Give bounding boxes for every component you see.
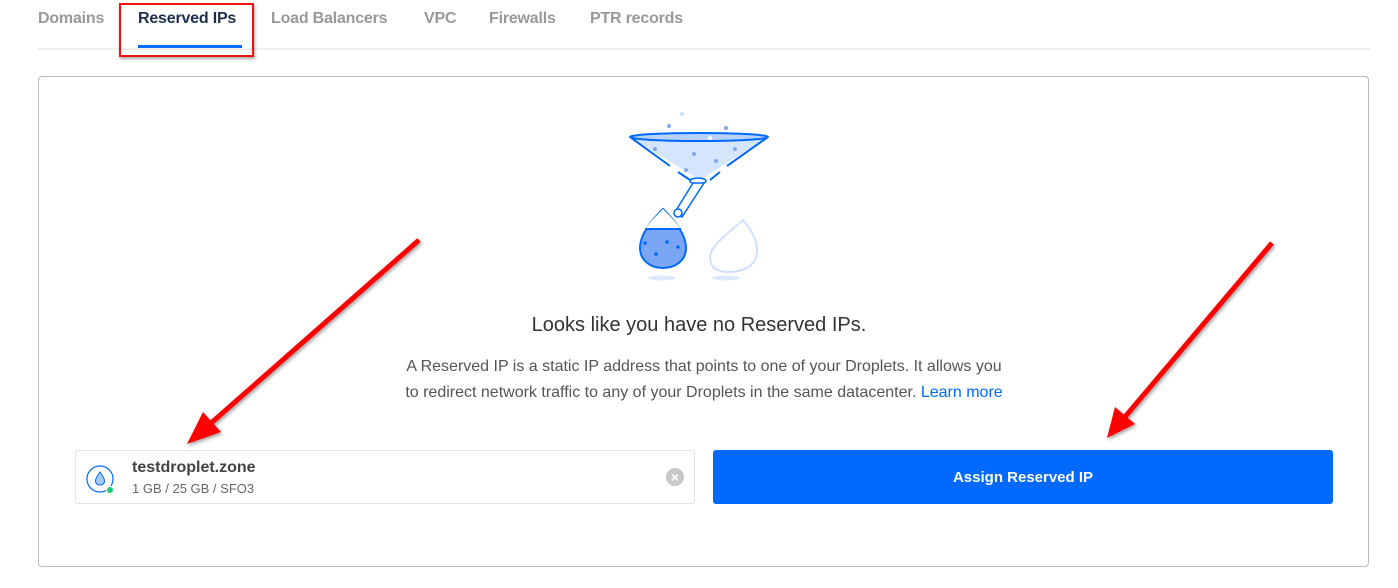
annotation-highlight-box xyxy=(119,3,254,57)
learn-more-link[interactable]: Learn more xyxy=(921,384,1003,401)
tab-firewalls[interactable]: Firewalls xyxy=(489,10,556,28)
funnel-droplet-illustration xyxy=(629,112,769,281)
empty-state-description: A Reserved IP is a static IP address tha… xyxy=(360,354,1048,406)
droplet-name: testdroplet.zone xyxy=(132,459,256,476)
droplet-select[interactable]: testdroplet.zone 1 GB / 25 GB / SFO3 × xyxy=(75,450,695,504)
assign-reserved-ip-button[interactable]: Assign Reserved IP xyxy=(713,450,1333,504)
tab-domains[interactable]: Domains xyxy=(38,10,104,28)
tab-load-balancers[interactable]: Load Balancers xyxy=(271,10,388,28)
tab-ptr-records[interactable]: PTR records xyxy=(590,10,683,28)
description-line-2: to redirect network traffic to any of yo… xyxy=(405,384,917,401)
description-line-1: A Reserved IP is a static IP address tha… xyxy=(406,358,1002,375)
tab-vpc[interactable]: VPC xyxy=(424,10,457,28)
close-circle-icon[interactable]: × xyxy=(666,468,684,486)
status-dot-icon xyxy=(106,486,114,494)
droplet-meta: 1 GB / 25 GB / SFO3 xyxy=(132,481,255,496)
droplet-icon xyxy=(86,465,114,494)
empty-state-heading: Looks like you have no Reserved IPs. xyxy=(531,314,867,336)
